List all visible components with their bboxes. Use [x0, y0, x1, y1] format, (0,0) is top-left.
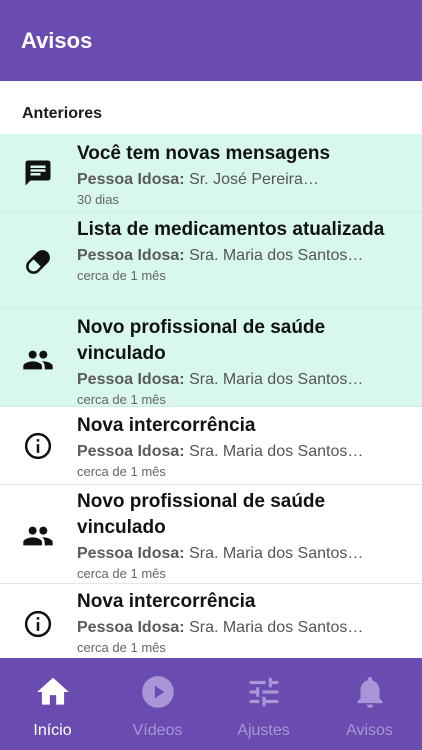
notification-time: cerca de 1 mês — [77, 566, 166, 581]
nav-tab-inicio[interactable]: Início — [0, 658, 105, 750]
person-label: Pessoa Idosa: — [77, 619, 185, 636]
notification-item[interactable]: Nova intercorrência Pessoa Idosa: Sra. M… — [0, 407, 422, 485]
person-label: Pessoa Idosa: — [77, 371, 185, 388]
nav-label: Vídeos — [132, 722, 183, 739]
message-icon — [20, 155, 56, 191]
notification-time: cerca de 1 mês — [77, 392, 166, 407]
person-name: Sr. José Pereira… — [189, 171, 319, 188]
nav-tab-ajustes[interactable]: Ajustes — [211, 658, 316, 750]
notification-title: Você tem novas mensagens — [77, 143, 331, 164]
notification-title: Novo profissional de saúde vinculado — [77, 491, 326, 538]
person-label: Pessoa Idosa: — [77, 171, 185, 188]
app-bar: Avisos — [0, 0, 422, 81]
nav-label: Ajustes — [237, 722, 290, 739]
notification-item[interactable]: Lista de medicamentos atualizada Pessoa … — [0, 212, 422, 309]
sliders-icon — [244, 672, 284, 712]
person-name: Sra. Maria dos Santos… — [189, 371, 364, 388]
person-label: Pessoa Idosa: — [77, 247, 185, 264]
pill-icon — [20, 244, 56, 280]
people-icon — [20, 518, 56, 554]
notification-person: Pessoa Idosa: Sra. Maria dos Santos… — [77, 543, 412, 565]
notifications-content[interactable]: Anteriores Você tem novas mensagens Pess… — [0, 81, 422, 658]
notification-title: Lista de medicamentos atualizada — [77, 219, 385, 240]
notification-person: Pessoa Idosa: Sra. Maria dos Santos… — [77, 245, 412, 267]
person-label: Pessoa Idosa: — [77, 443, 185, 460]
notification-item[interactable]: Novo profissional de saúde vinculado Pes… — [0, 485, 422, 584]
notification-person: Pessoa Idosa: Sra. Maria dos Santos… — [77, 441, 412, 463]
notification-person: Pessoa Idosa: Sra. Maria dos Santos… — [77, 369, 412, 391]
notification-time: cerca de 1 mês — [77, 268, 166, 283]
person-name: Sra. Maria dos Santos… — [189, 545, 364, 562]
play-icon — [138, 672, 178, 712]
notification-item[interactable]: Novo profissional de saúde vinculado Pes… — [0, 309, 422, 407]
notification-title: Nova intercorrência — [77, 415, 256, 436]
notification-person: Pessoa Idosa: Sra. Maria dos Santos… — [77, 617, 412, 639]
person-name: Sra. Maria dos Santos… — [189, 619, 364, 636]
info-icon — [20, 606, 56, 642]
page-title: Avisos — [21, 28, 93, 53]
notification-time: 30 dias — [77, 192, 119, 207]
nav-tab-videos[interactable]: Vídeos — [105, 658, 210, 750]
nav-tab-avisos[interactable]: Avisos — [317, 658, 422, 750]
notification-time: cerca de 1 mês — [77, 640, 166, 655]
nav-label: Avisos — [346, 722, 393, 739]
notification-title: Nova intercorrência — [77, 591, 256, 612]
person-name: Sra. Maria dos Santos… — [189, 247, 364, 264]
bottom-nav: Início Vídeos Ajustes Avisos — [0, 658, 422, 750]
notification-time: cerca de 1 mês — [77, 464, 166, 479]
home-icon — [33, 672, 73, 712]
notification-person: Pessoa Idosa: Sr. José Pereira… — [77, 169, 412, 191]
people-icon — [20, 342, 56, 378]
info-icon — [20, 428, 56, 464]
person-label: Pessoa Idosa: — [77, 545, 185, 562]
person-name: Sra. Maria dos Santos… — [189, 443, 364, 460]
nav-label: Início — [33, 722, 72, 739]
notification-item[interactable]: Nova intercorrência Pessoa Idosa: Sra. M… — [0, 584, 422, 658]
notification-item[interactable]: Você tem novas mensagens Pessoa Idosa: S… — [0, 134, 422, 212]
notification-title: Novo profissional de saúde vinculado — [77, 317, 326, 364]
section-header: Anteriores — [22, 105, 103, 122]
bell-icon — [350, 672, 390, 712]
